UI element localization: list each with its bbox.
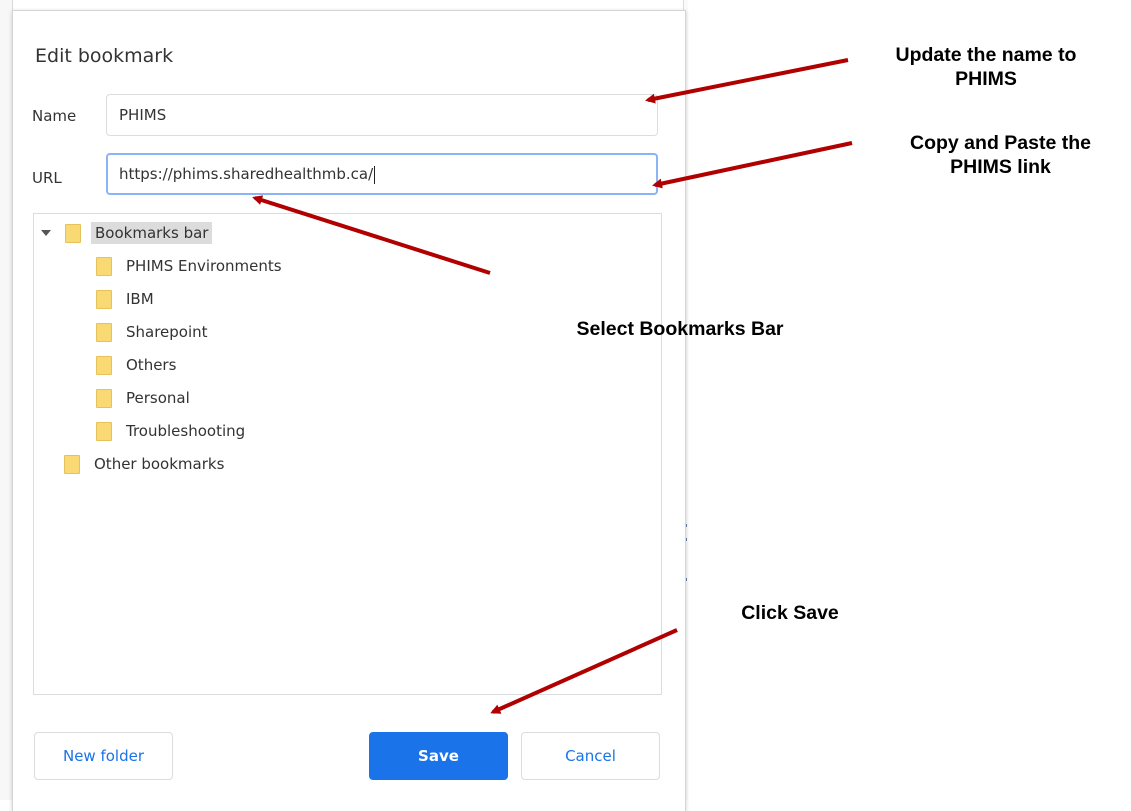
annotation-arrows (252, 58, 853, 714)
arrow-to-name-field (645, 58, 849, 104)
arrow-to-bookmarks-bar (252, 195, 491, 275)
arrow-to-url-field (652, 141, 853, 189)
arrow-to-save-button (490, 628, 678, 714)
